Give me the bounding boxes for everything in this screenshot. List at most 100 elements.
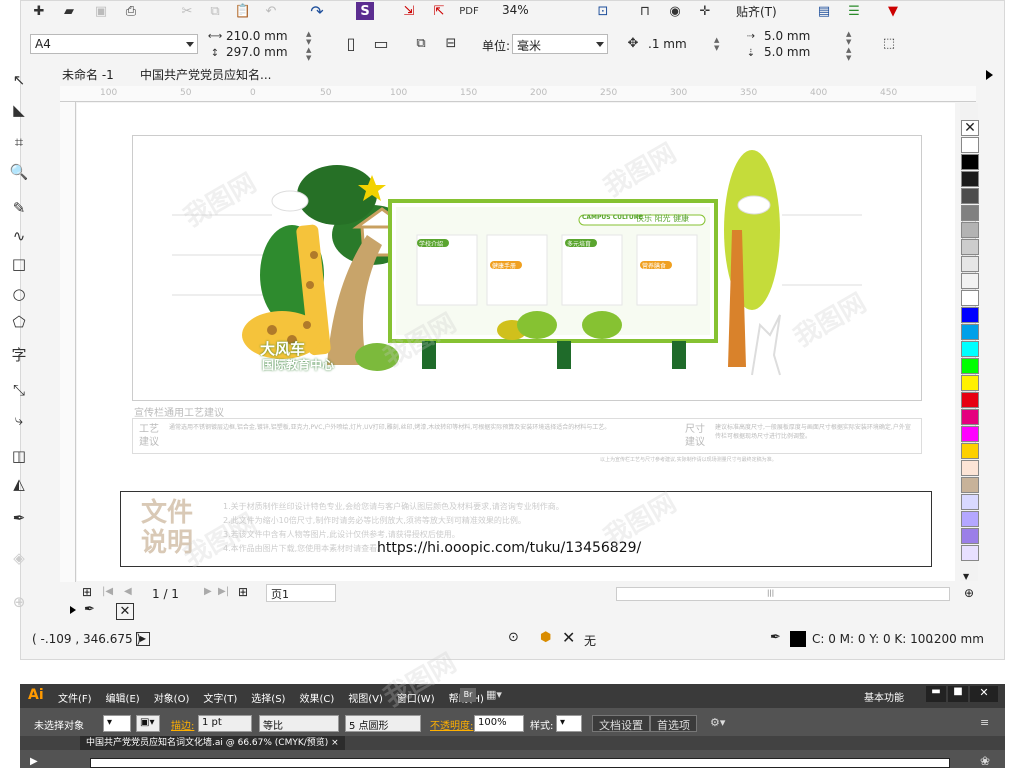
bridge-icon[interactable]: Br [460,688,476,702]
palette-swatch[interactable] [961,358,979,374]
variable-width-profile[interactable]: 等比 [259,715,339,732]
palette-swatch[interactable] [961,307,979,323]
prev-page-icon[interactable]: ◀ [124,586,132,597]
import-icon[interactable]: ⇲ [400,2,418,20]
brush-definition[interactable]: 5 点圆形 [345,715,421,732]
artistic-media-icon[interactable]: ∿ [6,224,32,248]
preferences-button[interactable]: 首选项 [650,715,697,732]
workspace-switcher[interactable]: 基本功能 [864,689,904,704]
ai-artboard[interactable] [90,758,950,768]
add-page-after-icon[interactable]: ⊞ [238,585,248,599]
dup-x-spinner[interactable]: ▲ ▼ [846,30,851,46]
save-icon[interactable]: ▣ [92,2,110,20]
treat-as-filled-icon[interactable]: ⬚ [880,34,898,52]
palette-swatch[interactable] [961,443,979,459]
horizontal-scrollbar[interactable]: ||| [616,587,950,601]
menu-effect[interactable]: 效果(C) [299,694,334,705]
palette-swatch[interactable] [961,528,979,544]
polygon-tool-icon[interactable]: ⬠ [6,310,32,334]
fill-color-picker[interactable]: ▾ [103,715,131,732]
new-document-icon[interactable]: ✚ [30,2,48,20]
page-height-field[interactable]: 297.0 mm [226,45,288,59]
application-launcher-icon[interactable]: ▼ [884,2,902,20]
open-folder-icon[interactable]: ▰ [60,2,78,20]
search-content-icon[interactable]: S [356,2,374,20]
page-width-field[interactable]: 210.0 mm [226,29,288,43]
undo-icon[interactable]: ↶ [262,2,280,20]
nudge-distance-field[interactable]: .1 mm [648,37,687,51]
control-panel-menu-icon[interactable]: ≡ [980,716,989,729]
menu-file[interactable]: 文件(F) [58,694,92,705]
duplicate-x-field[interactable]: 5.0 mm [764,29,810,43]
palette-swatch[interactable] [961,426,979,442]
status-expand-icon[interactable]: ▶ [136,632,150,646]
snap-to-dropdown[interactable]: 贴齐(T) [736,3,777,20]
tab-document[interactable]: 中国共产党党员应知名... [140,66,271,83]
menu-select[interactable]: 选择(S) [251,694,285,705]
publish-pdf-icon[interactable]: PDF [459,2,478,20]
palette-swatch[interactable] [961,171,979,187]
all-pages-icon[interactable]: ⧉ [412,34,430,52]
shadow-tool-icon[interactable]: ◫ [6,444,32,468]
palette-swatch[interactable] [961,205,979,221]
dimension-tool-icon[interactable]: ⤡ [6,378,32,402]
palette-no-color[interactable]: ✕ [961,120,979,136]
dup-y-spinner[interactable]: ▲ ▼ [846,46,851,62]
menu-view[interactable]: 视图(V) [348,694,383,705]
height-spinner[interactable]: ▲ ▼ [306,46,311,62]
nudge-spinner[interactable]: ▲ ▼ [714,36,719,52]
menu-type[interactable]: 文字(T) [203,694,237,705]
ai-panel-icon[interactable]: ❀ [980,754,990,768]
palette-swatch[interactable] [961,324,979,340]
palette-swatch[interactable] [961,460,979,476]
copy-icon[interactable]: ⧉ [206,2,224,20]
view-eye-icon[interactable]: ◉ [666,2,684,20]
horizontal-scroll-grip[interactable]: ||| [767,589,774,597]
close-window-button[interactable]: ✕ [970,686,998,702]
graphic-style-picker[interactable]: ▾ [556,715,582,732]
stroke-color-picker[interactable]: ▣▾ [136,715,160,732]
connector-tool-icon[interactable]: ⤷ [6,408,32,432]
palette-swatch[interactable] [961,409,979,425]
next-page-icon[interactable]: ▶ [204,586,212,597]
palette-swatch[interactable] [961,392,979,408]
source-url[interactable]: https://hi.ooopic.com/tuku/13456829/ [377,540,641,556]
palette-swatch[interactable] [961,494,979,510]
menu-edit[interactable]: 编辑(E) [106,694,140,705]
freehand-tool-icon[interactable]: ✎ [6,196,32,220]
menu-window[interactable]: 窗口(W) [397,694,435,705]
portrait-icon[interactable]: ▯ [342,34,360,53]
width-spinner[interactable]: ▲ ▼ [306,30,311,46]
restore-button[interactable]: ■ [948,686,968,702]
palette-swatch[interactable] [961,290,979,306]
zoom-tool-icon[interactable]: 🔍 [6,160,32,184]
palette-swatch[interactable] [961,154,979,170]
welcome-screen-icon[interactable]: ▤ [815,2,833,20]
add-page-before-icon[interactable]: ⊞ [82,585,92,599]
fill-tool-icon[interactable]: ◈ [6,546,32,570]
guidelines-icon[interactable]: ✛ [696,2,714,20]
rulers-icon[interactable]: ⊓ [636,2,654,20]
ai-tab-close-icon[interactable]: × [331,738,339,748]
ai-selection-tool-icon[interactable]: ▶ [30,756,38,767]
palette-swatch[interactable] [961,545,979,561]
eyedropper-tool-icon[interactable]: ✒ [6,506,32,530]
arrange-icon[interactable]: ⚙▾ [710,716,725,729]
rectangle-tool-icon[interactable]: □ [6,252,32,276]
palette-swatch[interactable] [961,375,979,391]
ai-document-tab[interactable]: 中国共产党党员应知名词文化墙.ai @ 66.67% (CMYK/预览) × [80,736,345,750]
paste-icon[interactable]: 📋 [234,2,252,20]
landscape-icon[interactable]: ▭ [372,34,390,53]
print-icon[interactable]: ⎙ [122,2,140,20]
tab-scroll-right-icon[interactable] [986,70,993,80]
palette-swatch[interactable] [961,273,979,289]
palette-scroll-down-icon[interactable]: ▼ [963,572,969,581]
palette-swatch[interactable] [961,256,979,272]
stroke-weight-field[interactable]: 1 pt [198,715,252,732]
page-tab-1[interactable]: 页1 [266,584,336,602]
page-size-select[interactable]: A4 [30,34,198,54]
duplicate-y-field[interactable]: 5.0 mm [764,45,810,59]
minimize-button[interactable]: ▬ [926,686,946,702]
palette-swatch[interactable] [961,137,979,153]
palette-swatch[interactable] [961,341,979,357]
